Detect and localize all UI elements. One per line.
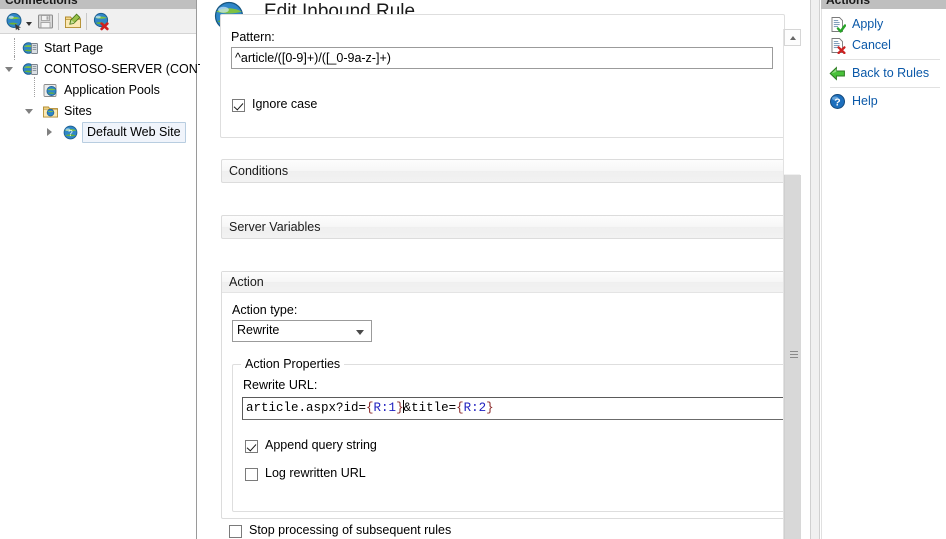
tree-item-label: Sites bbox=[64, 104, 92, 118]
match-url-groupbox: Pattern: ^article/([0-9]+)/([_0-9a-z-]+)… bbox=[220, 14, 785, 138]
ignore-case-label: Ignore case bbox=[252, 97, 318, 111]
rewrite-url-token: &title= bbox=[403, 401, 457, 415]
tree-item-label: Default Web Site bbox=[82, 122, 186, 143]
iis-manager-window: Connections Start Page CONTOSO-SERVER (C… bbox=[0, 0, 946, 539]
expander-open-icon[interactable] bbox=[25, 107, 34, 116]
actions-pane-header: Actions bbox=[821, 0, 946, 9]
action-type-select[interactable]: Rewrite bbox=[232, 320, 372, 342]
scrollbar-track[interactable] bbox=[784, 46, 801, 174]
pattern-input[interactable]: ^article/([0-9]+)/([_0-9a-z-]+) bbox=[231, 47, 773, 69]
action-section-header[interactable]: Action bbox=[222, 272, 790, 293]
scrollbar-up-button[interactable] bbox=[784, 29, 801, 46]
action-section-title: Action bbox=[229, 275, 264, 289]
globe-arrow-icon[interactable] bbox=[5, 12, 24, 31]
toolbar-separator-2 bbox=[86, 13, 87, 30]
server-icon bbox=[22, 61, 39, 78]
server-variables-section-label: Server Variables bbox=[229, 220, 321, 234]
action-type-label: Action type: bbox=[232, 303, 298, 317]
tree-item-default-web-site[interactable]: ? Default Web Site bbox=[0, 122, 196, 143]
tree-item-label: Start Page bbox=[44, 41, 104, 55]
start-page-icon bbox=[22, 40, 39, 57]
connections-pane: Connections Start Page CONTOSO-SERVER (C… bbox=[0, 0, 223, 539]
rewrite-url-token: } bbox=[486, 401, 494, 415]
tree-item-sites[interactable]: Sites bbox=[0, 101, 196, 122]
rewrite-url-token: R:1 bbox=[373, 401, 397, 415]
rewrite-url-token: R:2 bbox=[463, 401, 487, 415]
svg-text:?: ? bbox=[68, 129, 73, 138]
sites-folder-icon bbox=[42, 103, 59, 120]
connections-pane-header: Connections bbox=[0, 0, 196, 9]
caret-down-icon[interactable] bbox=[26, 22, 32, 26]
rewrite-url-token: { bbox=[456, 401, 464, 415]
append-query-string-label: Append query string bbox=[265, 438, 377, 452]
svg-text:?: ? bbox=[834, 96, 840, 108]
connections-pane-title: Connections bbox=[5, 0, 78, 7]
actions-pane: Actions Apply Cancel Back to Rules ? Hel… bbox=[821, 0, 946, 539]
cancel-action[interactable]: Cancel bbox=[822, 35, 946, 56]
tree-item-label: Application Pools bbox=[64, 83, 160, 97]
back-to-rules-label: Back to Rules bbox=[852, 66, 930, 80]
web-site-icon: ? bbox=[62, 124, 79, 141]
main-content-pane: Edit Inbound Rule Pattern: ^article/([0-… bbox=[200, 0, 810, 539]
rewrite-url-label: Rewrite URL: bbox=[243, 378, 318, 392]
log-rewritten-url-label: Log rewritten URL bbox=[265, 466, 366, 480]
expander-open-icon[interactable] bbox=[5, 65, 14, 74]
actions-list: Apply Cancel Back to Rules ? Help bbox=[821, 9, 946, 539]
help-label: Help bbox=[852, 94, 878, 108]
main-scrollbar[interactable] bbox=[783, 29, 801, 539]
toolbar-separator bbox=[58, 13, 59, 30]
tree-item-label: CONTOSO-SERVER (CONTOS bbox=[44, 62, 224, 76]
action-type-value: Rewrite bbox=[237, 323, 280, 337]
stop-processing-label: Stop processing of subsequent rules bbox=[249, 523, 452, 537]
actions-divider-2 bbox=[830, 87, 940, 88]
connections-tree[interactable]: Start Page CONTOSO-SERVER (CONTOS Applic… bbox=[0, 35, 223, 539]
globe-delete-icon[interactable] bbox=[92, 12, 111, 31]
pattern-label: Pattern: bbox=[231, 30, 275, 44]
back-to-rules-action[interactable]: Back to Rules bbox=[822, 63, 946, 84]
rewrite-url-token: { bbox=[366, 401, 374, 415]
rewrite-url-token: article.aspx?id= bbox=[246, 401, 367, 415]
help-action[interactable]: ? Help bbox=[822, 91, 946, 112]
rewrite-url-value: article.aspx?id={R:1}&title={R:2} bbox=[246, 400, 494, 415]
help-icon: ? bbox=[829, 93, 846, 110]
checkbox-box[interactable] bbox=[245, 468, 258, 481]
rewrite-url-input[interactable]: article.aspx?id={R:1}&title={R:2} bbox=[242, 397, 791, 420]
apply-label: Apply bbox=[852, 17, 884, 31]
action-section: Action Action type: Rewrite Action Prope… bbox=[221, 271, 791, 519]
right-splitter[interactable] bbox=[810, 0, 820, 539]
apply-icon bbox=[829, 16, 846, 33]
tree-item-contoso-server[interactable]: CONTOSO-SERVER (CONTOS bbox=[0, 59, 223, 80]
cancel-label: Cancel bbox=[852, 38, 891, 52]
expander-closed-icon[interactable] bbox=[46, 128, 55, 137]
pattern-input-value: ^article/([0-9]+)/([_0-9a-z-]+) bbox=[235, 51, 391, 65]
chevron-down-icon[interactable] bbox=[356, 330, 364, 335]
action-properties-legend: Action Properties bbox=[241, 357, 345, 371]
action-properties-groupbox: Action Properties Rewrite URL: article.a… bbox=[232, 357, 791, 512]
connections-toolbar bbox=[0, 9, 196, 34]
scrollbar-grip bbox=[790, 351, 798, 358]
cancel-icon bbox=[829, 37, 846, 54]
floppy-disk-icon[interactable] bbox=[36, 12, 55, 31]
conditions-section-label: Conditions bbox=[229, 164, 289, 178]
actions-divider bbox=[830, 59, 940, 60]
tree-item-start-page[interactable]: Start Page bbox=[0, 38, 196, 59]
folder-pencil-icon[interactable] bbox=[64, 12, 83, 31]
scrollbar-thumb[interactable] bbox=[784, 175, 801, 539]
conditions-section-bar[interactable]: Conditions bbox=[221, 159, 791, 183]
app-pools-icon bbox=[42, 82, 59, 99]
back-arrow-icon bbox=[829, 65, 846, 82]
tree-item-application-pools[interactable]: Application Pools bbox=[0, 80, 196, 101]
checkbox-box[interactable] bbox=[245, 440, 258, 453]
apply-action[interactable]: Apply bbox=[822, 14, 946, 35]
server-variables-section-bar[interactable]: Server Variables bbox=[221, 215, 791, 239]
actions-pane-title: Actions bbox=[826, 0, 871, 7]
checkbox-box[interactable] bbox=[232, 99, 245, 112]
checkbox-box[interactable] bbox=[229, 525, 242, 538]
